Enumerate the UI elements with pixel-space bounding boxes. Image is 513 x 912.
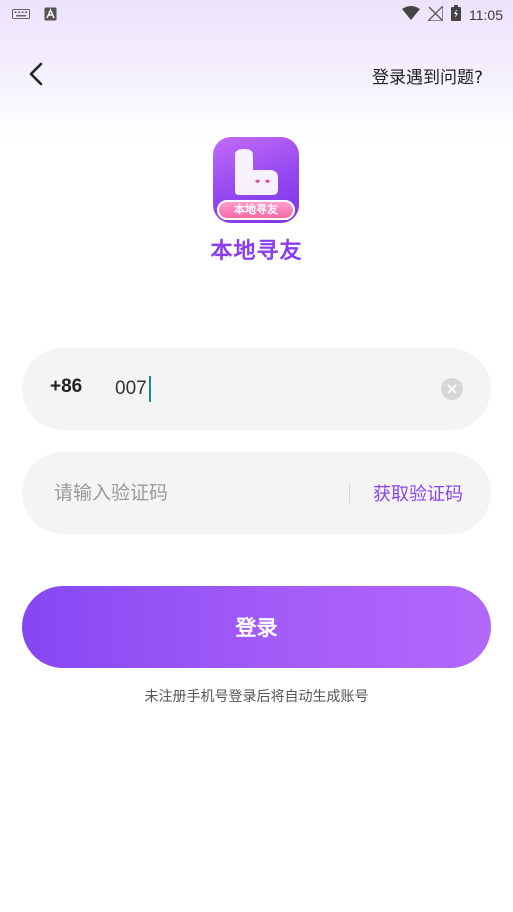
battery-charging-icon [451,5,461,25]
country-code[interactable]: +86 [50,376,82,398]
get-code-button[interactable]: 获取验证码 [373,480,463,506]
verification-code-input[interactable] [54,474,334,512]
text-a-icon [44,7,57,25]
login-screen: 11:05 登录遇到问题? 本地寻友 本地寻友 +86 获 [0,0,513,912]
login-button[interactable]: 登录 [22,586,491,668]
auto-register-hint: 未注册手机号登录后将自动生成账号 [144,689,369,705]
login-help-link[interactable]: 登录遇到问题? [372,63,483,88]
phone-input[interactable] [115,370,415,408]
clear-icon[interactable] [441,378,463,400]
signal-off-icon [426,3,444,25]
field-divider [349,483,350,503]
wifi-icon [402,6,420,24]
phone-field[interactable]: +86 [22,348,491,430]
status-time: 11:05 [469,7,503,23]
keyboard-icon [12,8,30,24]
logo-badge: 本地寻友 [217,200,295,220]
app-logo: 本地寻友 [213,137,299,223]
text-caret [148,376,151,402]
status-bar: 11:05 [0,0,513,30]
back-button[interactable] [22,60,52,90]
verification-code-field[interactable]: 获取验证码 [22,452,491,534]
chevron-left-icon [29,62,43,86]
app-name: 本地寻友 [210,239,303,264]
